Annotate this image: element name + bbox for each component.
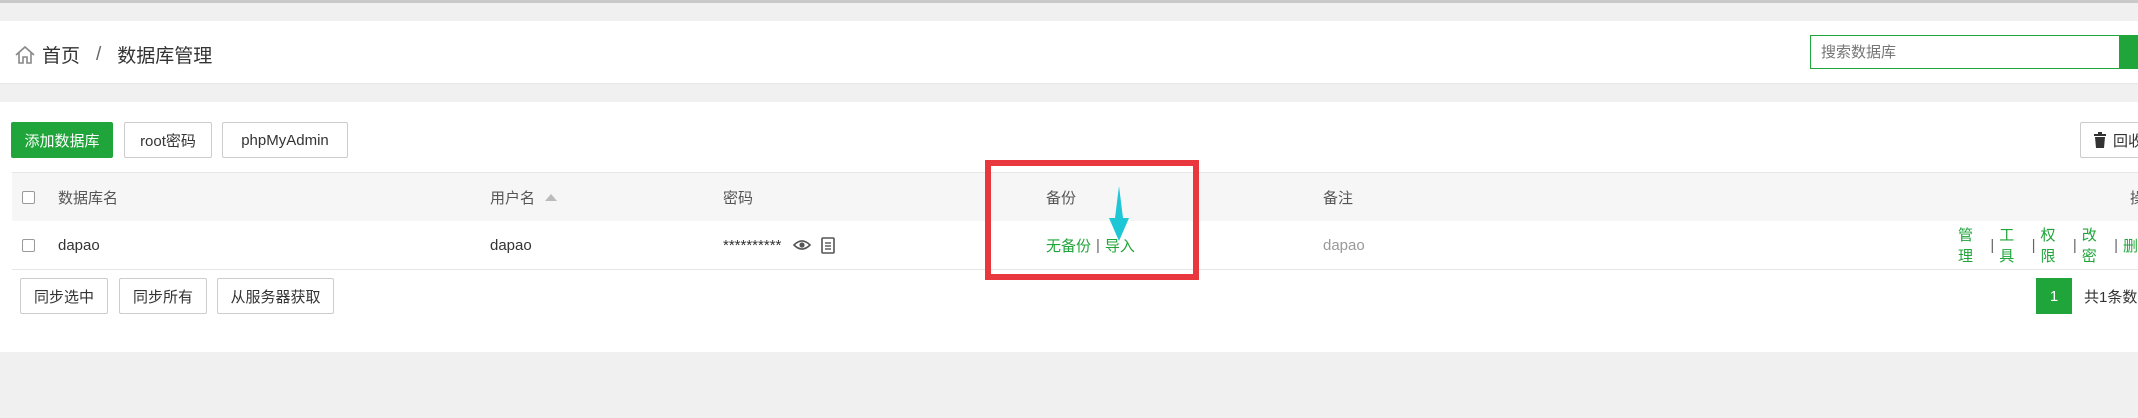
pagination-total: 共1条数 — [2084, 288, 2138, 306]
phpmyadmin-button[interactable]: phpMyAdmin — [222, 122, 348, 158]
root-password-button[interactable]: root密码 — [124, 122, 212, 158]
copy-icon[interactable] — [821, 236, 836, 254]
search-button[interactable] — [2120, 35, 2138, 69]
fetch-from-server-button[interactable]: 从服务器获取 — [217, 278, 334, 314]
col-database-name: 数据库名 — [58, 189, 119, 207]
trash-icon — [2094, 132, 2106, 148]
op-manage-link[interactable]: 管理 — [1958, 224, 1985, 266]
page-header: 首页 / 数据库管理 — [0, 21, 2138, 84]
breadcrumb-separator: / — [96, 43, 102, 65]
row-operations: 管理 | 工具 | 权限 | 改密 | 删 — [1958, 221, 2138, 269]
sync-all-button[interactable]: 同步所有 — [119, 278, 207, 314]
breadcrumb-current: 数据库管理 — [117, 46, 213, 67]
add-database-button[interactable]: 添加数据库 — [11, 122, 113, 158]
recycle-bin-button[interactable]: 回收 — [2080, 122, 2138, 158]
breadcrumb-home[interactable]: 首页 — [42, 41, 80, 68]
search-input[interactable] — [1810, 35, 2120, 69]
row-username: dapao — [490, 236, 532, 254]
arrow-down-icon — [1109, 186, 1129, 241]
op-delete-link[interactable]: 删 — [2123, 235, 2138, 256]
col-username[interactable]: 用户名 — [490, 173, 558, 221]
breadcrumb: 首页 / 数据库管理 — [14, 41, 212, 68]
sync-selected-button[interactable]: 同步选中 — [20, 278, 108, 314]
separator: | — [2031, 236, 2036, 254]
col-username-label: 用户名 — [490, 189, 536, 207]
op-change-password-link[interactable]: 改密 — [2082, 224, 2109, 266]
col-operations: 操 — [2130, 189, 2138, 207]
select-all-checkbox[interactable] — [22, 190, 35, 204]
separator: | — [1990, 236, 1995, 254]
home-icon[interactable] — [14, 44, 36, 66]
top-gap — [0, 3, 2138, 21]
row-password: ********** — [723, 221, 836, 269]
row-note[interactable]: dapao — [1323, 221, 1365, 269]
col-note: 备注 — [1323, 189, 1354, 207]
password-mask: ********** — [723, 236, 782, 254]
pagination-page-1[interactable]: 1 — [2036, 278, 2072, 314]
op-permission-link[interactable]: 权限 — [2041, 224, 2068, 266]
page-background — [0, 352, 2138, 418]
highlight-box — [985, 160, 1199, 280]
separator: | — [2114, 236, 2118, 254]
sort-up-icon[interactable] — [545, 193, 558, 201]
eye-icon[interactable] — [793, 238, 812, 252]
recycle-bin-label: 回收 — [2113, 132, 2138, 150]
separator: | — [2072, 236, 2077, 254]
op-tools-link[interactable]: 工具 — [1999, 224, 2026, 266]
col-password: 密码 — [723, 189, 754, 207]
row-checkbox[interactable] — [22, 238, 35, 252]
row-database-name: dapao — [58, 236, 100, 254]
